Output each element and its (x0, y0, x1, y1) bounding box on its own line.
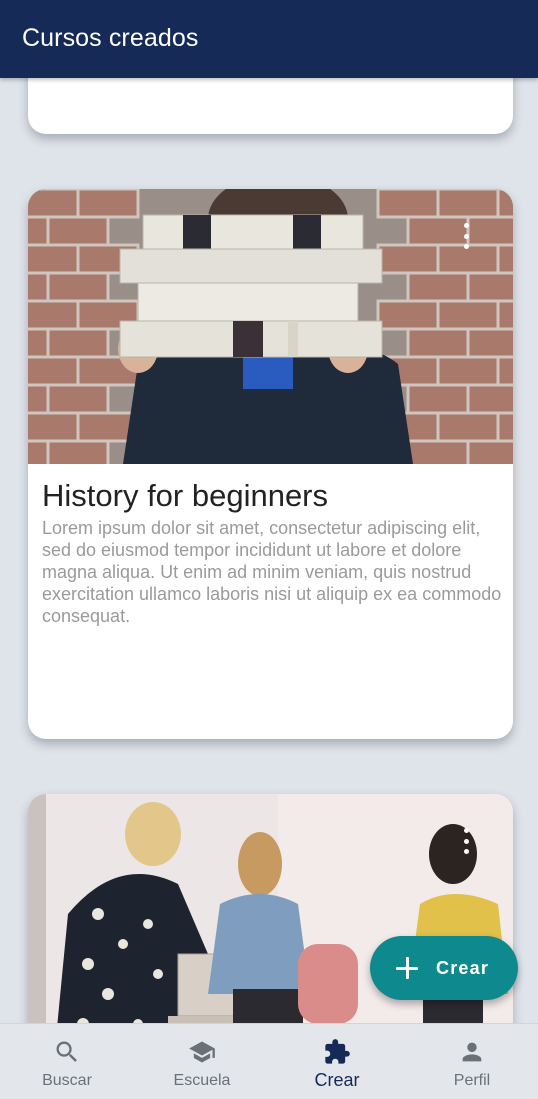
plus-icon (396, 957, 418, 979)
bottom-navigation: Buscar Escuela Crear Perfil (0, 1023, 538, 1099)
more-vertical-icon[interactable] (457, 223, 475, 249)
course-title: History for beginners (42, 478, 329, 513)
app-bar: Cursos creados (0, 0, 538, 78)
person-icon (462, 1042, 482, 1062)
nav-label-escuela: Escuela (173, 1072, 231, 1089)
nav-item-escuela[interactable]: Escuela (142, 1024, 262, 1099)
app-screen: History for beginners Lorem ipsum dolor … (0, 0, 538, 1099)
create-button-label: Crear (436, 957, 490, 978)
search-icon (56, 1041, 77, 1062)
course-card[interactable]: History for beginners Lorem ipsum dolor … (28, 189, 513, 739)
puzzle-icon (325, 1039, 350, 1064)
nav-label-perfil: Perfil (453, 1072, 491, 1089)
school-icon (189, 1041, 215, 1063)
nav-item-crear[interactable]: Crear (277, 1024, 397, 1099)
course-image-books (28, 189, 513, 464)
course-list[interactable]: History for beginners Lorem ipsum dolor … (0, 0, 538, 1099)
nav-item-buscar[interactable]: Buscar (7, 1024, 127, 1099)
more-vertical-icon[interactable] (457, 828, 475, 854)
page-title: Cursos creados (22, 24, 199, 52)
course-description: Lorem ipsum dolor sit amet, consectetur … (42, 518, 502, 626)
nav-label-buscar: Buscar (42, 1072, 92, 1089)
nav-item-perfil[interactable]: Perfil (412, 1024, 532, 1099)
create-course-button[interactable]: Crear (370, 936, 518, 1000)
nav-label-crear: Crear (314, 1070, 360, 1090)
